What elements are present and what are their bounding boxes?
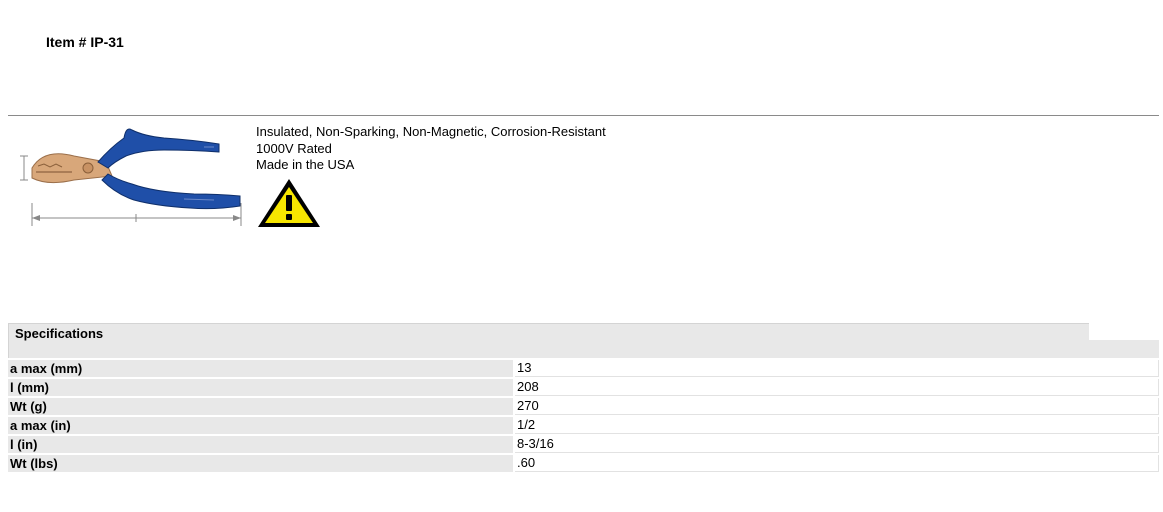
specifications-header: Specifications: [8, 323, 1089, 358]
table-row: Wt (lbs) .60: [8, 455, 1159, 472]
warning-triangle-icon: [258, 179, 320, 227]
spec-label: Wt (lbs): [8, 455, 513, 472]
spec-value: 1/2: [515, 417, 1159, 434]
specifications-table: a max (mm) 13 l (mm) 208 Wt (g) 270 a ma…: [8, 358, 1159, 474]
spec-value: 208: [515, 379, 1159, 396]
description-line: Insulated, Non-Sparking, Non-Magnetic, C…: [256, 124, 606, 139]
specifications-title: Specifications: [15, 326, 104, 341]
description-line: Made in the USA: [256, 157, 355, 172]
spec-label: l (mm): [8, 379, 513, 396]
spec-label: a max (mm): [8, 360, 513, 377]
spec-value: .60: [515, 455, 1159, 472]
spec-label: a max (in): [8, 417, 513, 434]
specifications-header-extension: [1089, 340, 1159, 358]
spec-value: 270: [515, 398, 1159, 415]
table-row: Wt (g) 270: [8, 398, 1159, 415]
spec-value: 8-3/16: [515, 436, 1159, 453]
table-row: l (in) 8-3/16: [8, 436, 1159, 453]
description-line: 1000V Rated: [256, 140, 332, 156]
table-row: a max (in) 1/2: [8, 417, 1159, 434]
table-row: a max (mm) 13: [8, 360, 1159, 377]
divider: [8, 115, 1159, 116]
insulated-pliers-image: [20, 128, 242, 226]
spec-value: 13: [515, 360, 1159, 377]
spec-label: l (in): [8, 436, 513, 453]
spec-label: Wt (g): [8, 398, 513, 415]
table-row: l (mm) 208: [8, 379, 1159, 396]
product-description: Insulated, Non-Sparking, Non-Magnetic, C…: [256, 124, 606, 174]
item-number-title: Item # IP-31: [46, 34, 124, 50]
